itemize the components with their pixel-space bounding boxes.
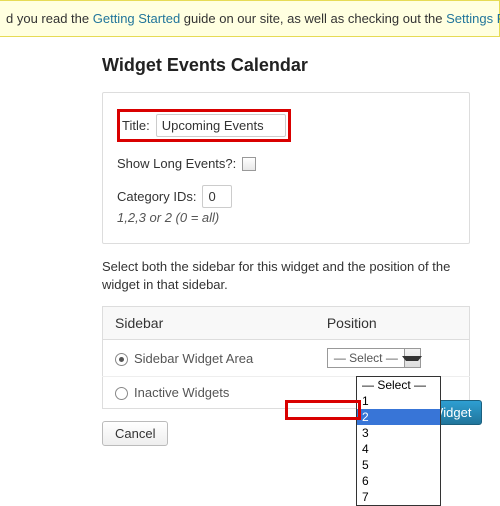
option-3[interactable]: 3 xyxy=(357,425,440,441)
option-6[interactable]: 6 xyxy=(357,473,440,489)
position-select[interactable]: — Select — xyxy=(327,348,421,368)
select-value: — Select — xyxy=(328,351,404,365)
settings-panel: Title: Show Long Events?: Category IDs: … xyxy=(102,92,470,244)
admin-notice: d you read the Getting Started guide on … xyxy=(0,0,500,37)
cancel-button[interactable]: Cancel xyxy=(102,421,168,446)
radio-inactive-widgets[interactable] xyxy=(115,387,128,400)
long-events-checkbox[interactable] xyxy=(242,157,256,171)
col-position: Position xyxy=(315,307,470,340)
long-events-label: Show Long Events?: xyxy=(117,156,236,171)
option-select[interactable]: — Select — xyxy=(357,377,440,393)
category-help: 1,2,3 or 2 (0 = all) xyxy=(117,210,455,225)
col-sidebar: Sidebar xyxy=(103,307,315,340)
table-row: Sidebar Widget Area — Select — xyxy=(103,340,470,377)
position-dropdown[interactable]: — Select — 1 2 3 4 5 6 7 xyxy=(356,376,441,506)
category-label: Category IDs: xyxy=(117,189,196,204)
option-2[interactable]: 2 xyxy=(357,409,440,425)
row1-label: Sidebar Widget Area xyxy=(134,351,253,366)
title-label: Title: xyxy=(122,118,150,133)
notice-text-2: guide on our site, as well as checking o… xyxy=(180,11,446,26)
radio-sidebar-widget-area[interactable] xyxy=(115,353,128,366)
row2-label: Inactive Widgets xyxy=(134,385,229,400)
page-title: Widget Events Calendar xyxy=(102,55,470,76)
getting-started-link[interactable]: Getting Started xyxy=(93,11,180,26)
settings-page-link[interactable]: Settings Page xyxy=(446,11,500,26)
sidebar-description: Select both the sidebar for this widget … xyxy=(102,258,470,294)
option-1[interactable]: 1 xyxy=(357,393,440,409)
chevron-down-icon xyxy=(404,349,420,367)
category-input[interactable] xyxy=(202,185,232,208)
option-7[interactable]: 7 xyxy=(357,489,440,505)
option-4[interactable]: 4 xyxy=(357,441,440,457)
title-highlight: Title: xyxy=(117,109,291,142)
title-input[interactable] xyxy=(156,114,286,137)
option-5[interactable]: 5 xyxy=(357,457,440,473)
notice-text-1: d you read the xyxy=(6,11,93,26)
